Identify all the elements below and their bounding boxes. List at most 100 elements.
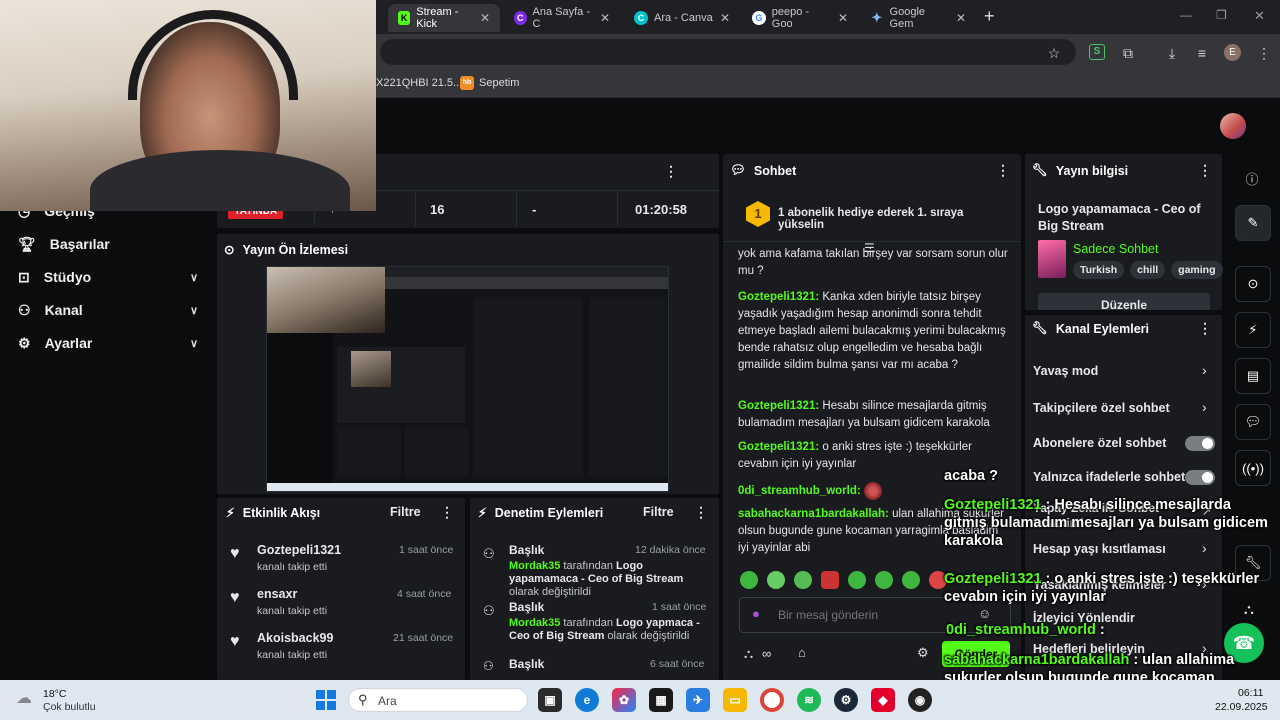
action-followers-only[interactable]: Takipçilere özel sohbet — [1033, 401, 1170, 415]
sidebar-item-channel[interactable]: ⚇ Kanal ∨ — [18, 299, 198, 321]
lightning-tool-icon[interactable]: ⚡︎ — [1235, 312, 1271, 348]
edit-stream-button[interactable]: Düzenle — [1038, 293, 1210, 310]
obs-icon[interactable]: ◉ — [908, 688, 932, 712]
windows-start-icon[interactable] — [316, 690, 336, 710]
subscribers-only-toggle[interactable] — [1185, 436, 1215, 451]
clock-date[interactable]: 22.09.2025 — [1215, 701, 1268, 713]
tab-google[interactable]: G peepo - Goo ✕ — [742, 4, 858, 32]
sidebar-item-achievements[interactable]: 🏆︎ Başarılar — [18, 233, 198, 255]
emote-icon[interactable] — [902, 571, 920, 589]
minimize-icon[interactable]: — — [1180, 8, 1192, 22]
taskbar-search[interactable] — [348, 688, 528, 712]
copilot-icon[interactable]: ✿ — [612, 688, 636, 712]
mic-icon[interactable]: ● — [752, 606, 760, 621]
chat-username[interactable]: 0di_streamhub_world — [738, 485, 857, 497]
google-favicon-icon: G — [752, 11, 766, 25]
maximize-icon[interactable]: ❐ — [1216, 8, 1227, 22]
moderation-menu-icon[interactable]: ⋮ — [694, 504, 708, 522]
close-tab-icon[interactable]: ✕ — [480, 11, 490, 25]
stream-info-menu-icon[interactable]: ⋮ — [1198, 162, 1212, 180]
activity-menu-icon[interactable]: ⋮ — [440, 504, 454, 522]
emote-icon[interactable] — [767, 571, 785, 589]
user-avatar[interactable] — [1220, 113, 1246, 139]
activity-filter-button[interactable]: Filtre — [390, 505, 421, 519]
activity-user[interactable]: Akoisback99 — [257, 631, 333, 645]
app-icon[interactable]: ✈ — [686, 688, 710, 712]
spotify-icon[interactable]: ≋ — [797, 688, 821, 712]
category-name[interactable]: Sadece Sohbet — [1073, 242, 1159, 256]
tab-label: Stream - Kick — [416, 6, 459, 30]
tag[interactable]: gaming — [1171, 261, 1223, 279]
activity-user[interactable]: ensaxr — [257, 587, 297, 601]
chat-username[interactable]: Goztepeli1321 — [738, 441, 815, 453]
extensions-icon[interactable]: ⧉ — [1120, 45, 1136, 61]
clock-time[interactable]: 06:11 — [1238, 687, 1264, 699]
store-icon[interactable]: ⌂ — [798, 645, 806, 660]
tag[interactable]: Turkish — [1073, 261, 1125, 279]
chrome-icon[interactable] — [760, 688, 784, 712]
close-tab-icon[interactable]: ✕ — [838, 11, 848, 25]
emoji-icon[interactable]: ☺ — [978, 606, 991, 621]
activity-user[interactable]: Goztepeli1321 — [257, 543, 341, 557]
sidebar-item-settings[interactable]: ⚙ Ayarlar ∨ — [18, 332, 198, 354]
tab-gemini[interactable]: ✦ Google Gem ✕ — [860, 4, 976, 32]
chat-menu-icon[interactable]: ⋮ — [996, 162, 1010, 180]
share-icon[interactable]: ⛬ — [744, 646, 753, 662]
edge-icon[interactable]: e — [575, 688, 599, 712]
new-tab-icon[interactable]: + — [984, 6, 995, 27]
close-tab-icon[interactable]: ✕ — [956, 11, 966, 25]
extension-s-icon[interactable]: S — [1089, 44, 1105, 60]
chat-tool-icon[interactable]: 💬︎ — [1235, 404, 1271, 440]
weather-temp[interactable]: 18°C — [43, 688, 66, 700]
file-explorer-icon[interactable]: ▭ — [723, 688, 747, 712]
store-app-icon[interactable]: ▦ — [649, 688, 673, 712]
action-slow-mode[interactable]: Yavaş mod — [1033, 364, 1098, 378]
emote-icon[interactable] — [740, 571, 758, 589]
moderator-name[interactable]: Mordak35 — [509, 617, 560, 629]
moderation-filter-button[interactable]: Filtre — [643, 505, 674, 519]
moderator-name[interactable]: Mordak35 — [509, 560, 560, 572]
bookmark-item-sepetim[interactable]: Sepetim — [479, 77, 519, 89]
chat-username[interactable]: Goztepeli1321 — [738, 291, 815, 303]
info-icon[interactable]: ⓘ — [1234, 160, 1270, 196]
emote-icon[interactable] — [848, 571, 866, 589]
steam-icon[interactable]: ⚙ — [834, 688, 858, 712]
chat-username[interactable]: Goztepeli1321 — [738, 400, 815, 412]
preview-tool-icon[interactable]: ⊙ — [1235, 266, 1271, 302]
link-icon[interactable]: ∞ — [762, 646, 771, 661]
chat-username[interactable]: sabahackarna1bardakallah — [738, 508, 885, 520]
bookmark-star-icon[interactable]: ☆ — [1046, 45, 1062, 61]
emote-only-toggle[interactable] — [1185, 470, 1215, 485]
emote-icon[interactable] — [821, 571, 839, 589]
emote-icon[interactable] — [875, 571, 893, 589]
close-tab-icon[interactable]: ✕ — [720, 11, 730, 25]
browser-menu-icon[interactable]: ⋮ — [1256, 45, 1272, 61]
chat-settings-icon[interactable]: ⚙ — [917, 645, 929, 661]
channel-actions-menu-icon[interactable]: ⋮ — [1198, 320, 1212, 338]
stream-preview-video[interactable] — [266, 266, 669, 492]
sidebar-item-studio[interactable]: ⊡ Stüdyo ∨ — [18, 266, 198, 288]
tab-canva-home[interactable]: C Ana Sayfa - C ✕ — [504, 4, 620, 32]
chevron-right-icon[interactable]: › — [1202, 399, 1207, 415]
url-field[interactable] — [380, 39, 1076, 65]
close-window-icon[interactable]: ✕ — [1254, 8, 1265, 24]
broadcast-tool-icon[interactable]: ((•)) — [1235, 450, 1271, 486]
bookmark-item[interactable]: X221QHBI 21.5... — [376, 77, 462, 89]
download-icon[interactable]: ⤓ — [1164, 45, 1180, 61]
close-tab-icon[interactable]: ✕ — [600, 11, 610, 25]
tab-canva-search[interactable]: C Ara - Canva ✕ — [624, 4, 740, 32]
document-tool-icon[interactable]: ▤ — [1235, 358, 1271, 394]
category-thumbnail[interactable] — [1038, 240, 1066, 278]
tab-kick[interactable]: K Stream - Kick ✕ — [388, 4, 500, 32]
tag[interactable]: chill — [1130, 261, 1166, 279]
edit-pencil-icon[interactable]: ✎ — [1235, 205, 1271, 241]
task-view-icon[interactable]: ▣ — [538, 688, 562, 712]
cloud-weather-icon[interactable]: ☁ — [16, 688, 32, 708]
chevron-right-icon[interactable]: › — [1202, 362, 1207, 378]
chat-message-input[interactable] — [778, 604, 968, 626]
emote-icon[interactable] — [794, 571, 812, 589]
media-control-icon[interactable]: ≡ — [1194, 45, 1210, 61]
stats-menu-icon[interactable]: ⋮ — [664, 163, 678, 181]
game-app-icon[interactable]: ◆ — [871, 688, 895, 712]
profile-avatar[interactable]: E — [1224, 44, 1241, 61]
